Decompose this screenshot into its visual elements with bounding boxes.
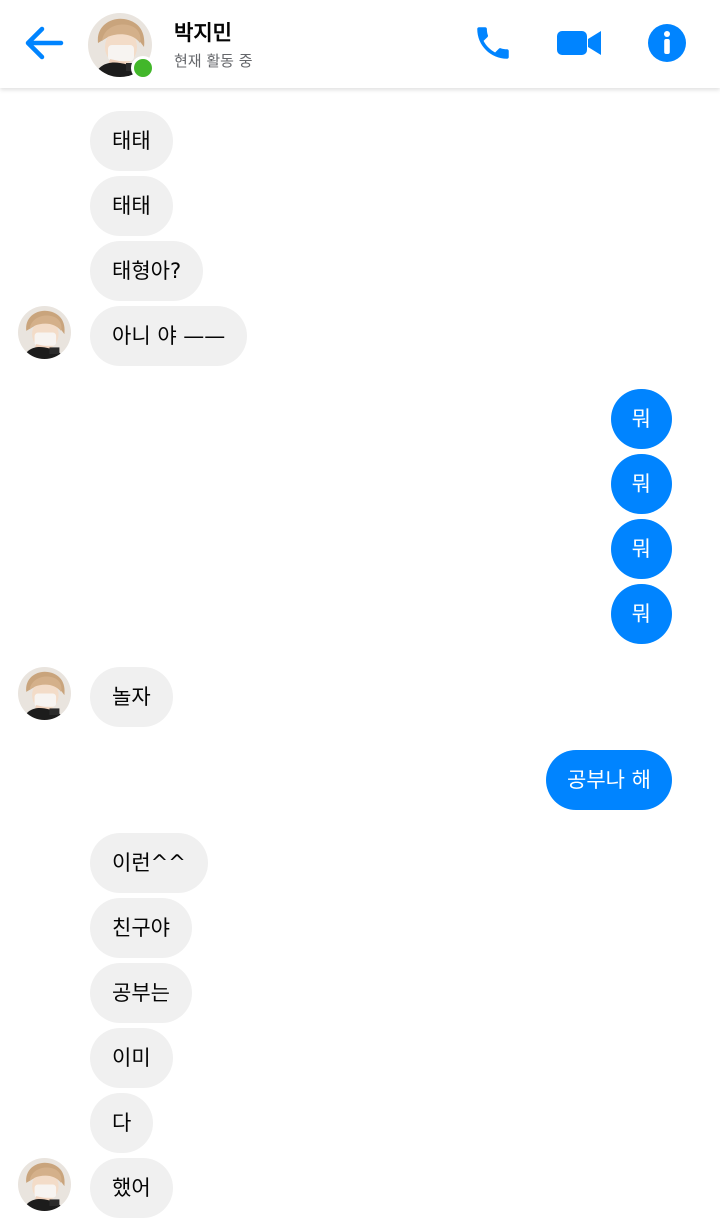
conversation-info-button[interactable] xyxy=(644,22,690,68)
incoming-message[interactable]: 태형아? xyxy=(90,241,204,301)
phone-icon xyxy=(472,22,514,68)
video-call-button[interactable] xyxy=(556,22,602,68)
outgoing-message[interactable]: 공부나 해 xyxy=(546,750,672,810)
incoming-message[interactable]: 이런^^ xyxy=(90,833,208,893)
incoming-message[interactable]: 공부는 xyxy=(90,963,192,1023)
contact-status: 현재 활동 중 xyxy=(174,52,253,70)
outgoing-message[interactable]: 뭐 xyxy=(610,519,672,579)
sender-avatar[interactable] xyxy=(18,667,71,720)
incoming-message[interactable]: 했어 xyxy=(90,1158,173,1218)
incoming-message[interactable]: 이미 xyxy=(90,1028,173,1088)
incoming-message[interactable]: 태태 xyxy=(90,176,173,236)
info-icon xyxy=(647,23,687,67)
incoming-message[interactable]: 태태 xyxy=(90,111,173,171)
outgoing-message[interactable]: 뭐 xyxy=(610,584,672,644)
conversation-header: 박지민 현재 활동 중 xyxy=(0,0,720,88)
contact-avatar[interactable] xyxy=(88,13,155,80)
outgoing-message[interactable]: 뭐 xyxy=(610,389,672,449)
sender-avatar[interactable] xyxy=(18,1158,71,1211)
video-camera-icon xyxy=(556,27,602,63)
incoming-message[interactable]: 아니 야 —— xyxy=(90,306,248,366)
voice-call-button[interactable] xyxy=(470,22,516,68)
outgoing-message[interactable]: 뭐 xyxy=(610,454,672,514)
back-arrow-icon xyxy=(24,25,64,65)
incoming-message[interactable]: 놀자 xyxy=(90,667,173,727)
back-button[interactable] xyxy=(20,24,68,66)
contact-name[interactable]: 박지민 xyxy=(174,20,232,46)
sender-avatar[interactable] xyxy=(18,306,71,359)
incoming-message[interactable]: 친구야 xyxy=(90,898,192,958)
incoming-message[interactable]: 다 xyxy=(90,1093,154,1153)
active-status-dot xyxy=(131,56,155,80)
